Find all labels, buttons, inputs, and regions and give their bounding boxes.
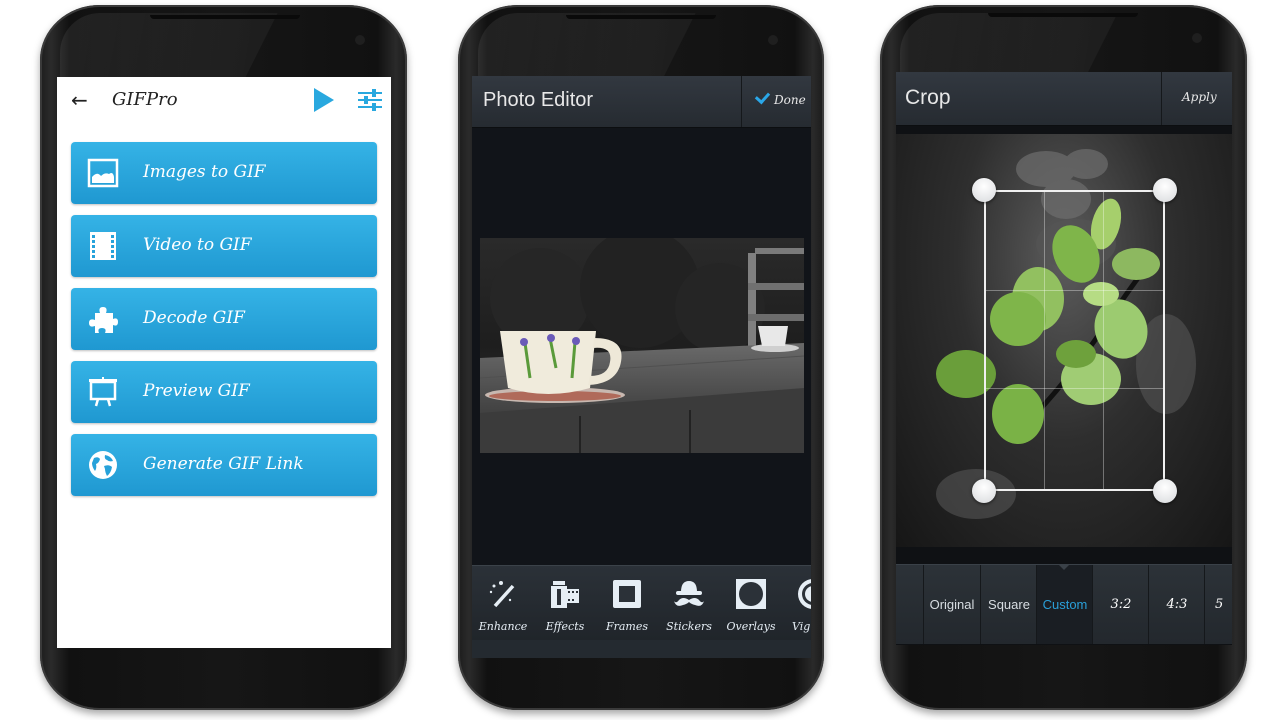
tool-label: Enhance: [478, 620, 528, 633]
bottom-strip: [472, 640, 811, 658]
phone-glare: [478, 13, 696, 77]
mustache-hat-icon: [674, 581, 704, 606]
tool-label: Effects: [545, 620, 585, 633]
menu-item-video-to-gif[interactable]: Video to GIF: [71, 215, 377, 277]
play-store-icon[interactable]: [314, 88, 334, 112]
checkmark-icon: [754, 88, 771, 105]
ratio-option-5[interactable]: 5: [1204, 565, 1232, 644]
phone-speaker: [566, 15, 716, 19]
magic-wand-icon: [489, 581, 515, 608]
crop-handle-top-left[interactable]: [972, 178, 996, 202]
crop-handle-top-right[interactable]: [1153, 178, 1177, 202]
presentation-icon: [89, 377, 117, 407]
tool-stickers[interactable]: Stickers: [658, 566, 720, 640]
done-label: Done: [774, 93, 806, 107]
tool-vignette[interactable]: Vign: [782, 566, 811, 640]
film-roll-icon: [551, 581, 579, 608]
app-title: GIFPro: [112, 89, 178, 110]
menu-item-decode-gif[interactable]: Decode GIF: [71, 288, 377, 350]
settings-sliders-icon[interactable]: [358, 88, 382, 112]
phone-glare: [60, 13, 278, 77]
phone-camera: [355, 35, 365, 45]
grid-line: [1044, 192, 1046, 489]
ratio-label: Original: [929, 597, 975, 612]
grid-line: [986, 388, 1163, 390]
phone-camera: [1192, 33, 1202, 43]
ratio-option-square[interactable]: Square: [980, 565, 1037, 644]
tool-label: Overlays: [726, 620, 776, 633]
menu-item-images-to-gif[interactable]: Images to GIF: [71, 142, 377, 204]
tool-effects[interactable]: Effects: [534, 566, 596, 640]
overlay-circle-icon: [736, 579, 766, 609]
done-button[interactable]: Done: [743, 76, 811, 127]
crop-screen: Crop Apply Original Square Custom 3:2 4:…: [896, 72, 1232, 645]
ratio-option-blank[interactable]: [896, 565, 923, 644]
aspect-ratio-bar: Original Square Custom 3:2 4:3 5: [896, 564, 1232, 644]
arrow-left-icon[interactable]: ←: [71, 88, 88, 112]
puzzle-icon: [89, 307, 118, 333]
screen-title: Photo Editor: [483, 89, 594, 111]
tool-label: Frames: [605, 620, 649, 633]
screen-title: Crop: [905, 86, 951, 109]
selected-indicator: [1058, 564, 1070, 570]
photo-editor-screen: Photo Editor Done Enhance Effects Frames…: [472, 76, 811, 658]
ratio-label: Square: [988, 597, 1030, 612]
phone-glare: [900, 13, 1118, 77]
ratio-option-3-2[interactable]: 3:2: [1092, 565, 1149, 644]
tool-label: Stickers: [666, 620, 712, 633]
tool-enhance[interactable]: Enhance: [472, 566, 534, 640]
globe-icon: [89, 451, 117, 479]
photo-preview-teacup: [480, 238, 804, 453]
ratio-label: 3:2: [1110, 597, 1132, 612]
grid-line: [986, 290, 1163, 291]
apply-button[interactable]: Apply: [1162, 72, 1232, 125]
phone-speaker: [150, 15, 300, 19]
menu-label: Video to GIF: [143, 235, 252, 255]
grid-line: [1102, 192, 1104, 489]
menu-label: Generate GIF Link: [143, 454, 304, 474]
ratio-option-original[interactable]: Original: [923, 565, 980, 644]
phone-speaker: [988, 13, 1138, 17]
frame-icon: [613, 580, 641, 608]
menu-item-preview-gif[interactable]: Preview GIF: [71, 361, 377, 423]
crop-box[interactable]: [984, 190, 1165, 491]
ratio-label: Custom: [1042, 597, 1088, 612]
ratio-option-4-3[interactable]: 4:3: [1148, 565, 1205, 644]
ratio-option-custom[interactable]: Custom: [1036, 565, 1093, 644]
tool-overlays[interactable]: Overlays: [720, 566, 782, 640]
menu-label: Images to GIF: [143, 162, 266, 182]
editor-toolbar: Enhance Effects Frames Stickers Overlays…: [472, 565, 811, 641]
divider: [741, 76, 742, 127]
image-icon: [87, 158, 119, 188]
vignette-icon: [798, 579, 811, 609]
tool-label: Vign: [792, 620, 811, 633]
ratio-label: 4:3: [1166, 597, 1188, 612]
phone-camera: [768, 35, 778, 45]
apply-label: Apply: [1182, 90, 1217, 104]
menu-label: Decode GIF: [143, 308, 245, 328]
app-bar: ← GIFPro: [57, 77, 391, 123]
tool-frames[interactable]: Frames: [596, 566, 658, 640]
crop-handle-bottom-right[interactable]: [1153, 479, 1177, 503]
ratio-label: 5: [1215, 597, 1224, 612]
crop-photo-leaves: [896, 134, 1232, 547]
menu-item-generate-gif-link[interactable]: Generate GIF Link: [71, 434, 377, 496]
gifpro-screen: ← GIFPro Images to GIF Video to GIF Deco…: [57, 77, 391, 648]
film-icon: [90, 232, 116, 260]
crop-handle-bottom-left[interactable]: [972, 479, 996, 503]
menu-label: Preview GIF: [143, 381, 250, 401]
